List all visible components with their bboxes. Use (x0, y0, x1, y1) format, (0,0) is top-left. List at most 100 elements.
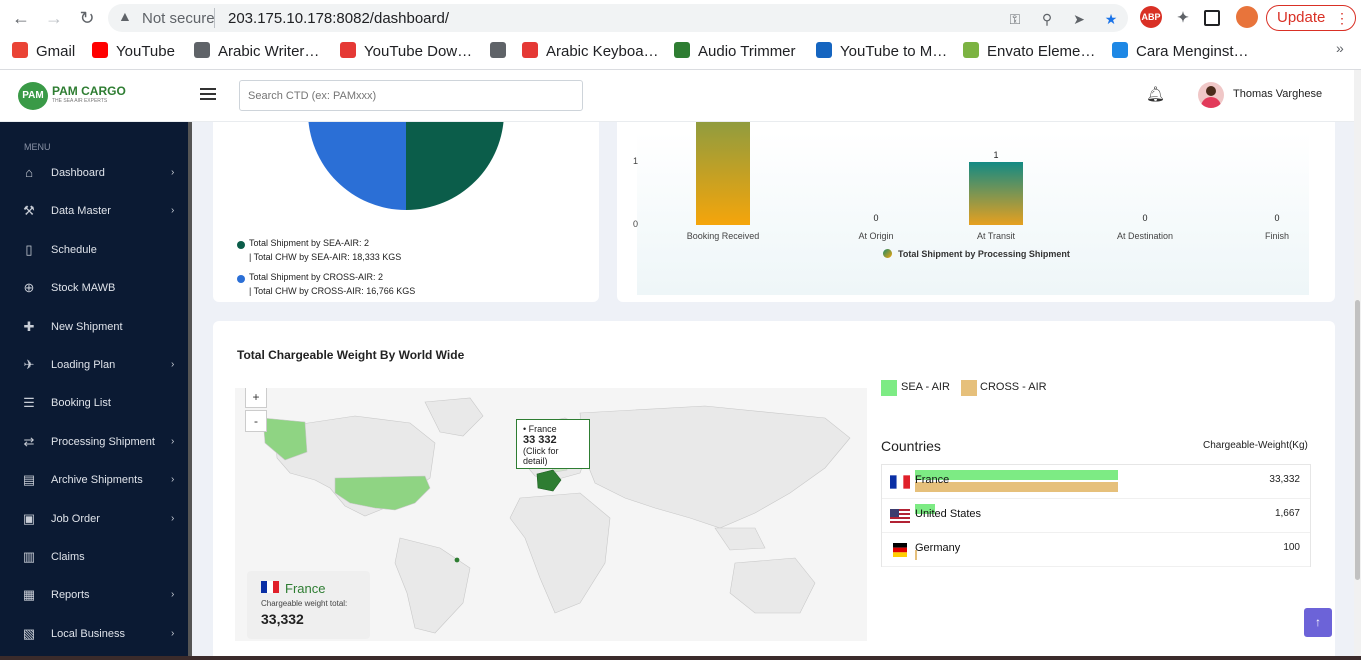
bookmark-4[interactable] (490, 42, 514, 60)
star-icon[interactable]: ★ (1102, 10, 1120, 28)
bookmark-8[interactable]: Envato Eleme… (963, 42, 1095, 60)
sidebar-item-job-order[interactable]: ▣ Job Order › (0, 501, 192, 539)
user-name[interactable]: Thomas Varghese (1233, 88, 1322, 100)
pie-legend-cross: Total Shipment by CROSS-AIR: 2 | Total C… (237, 270, 416, 298)
legend-label-cross-air[interactable]: CROSS - AIR (980, 381, 1047, 393)
gmail-icon (12, 42, 28, 58)
x-tick-label: At Origin (858, 231, 894, 241)
bookmark-label: YouTube Dow… (364, 43, 473, 60)
menu-toggle-icon[interactable] (200, 88, 216, 100)
menu-header: MENU (24, 142, 51, 152)
table-row[interactable]: France 33,332 (882, 465, 1310, 499)
bookmark-3[interactable]: YouTube Dow… (340, 42, 472, 60)
book-icon: ▯ (25, 241, 33, 257)
url-text[interactable]: 203.175.10.178:8082/dashboard/ (228, 10, 449, 27)
sidebar-item-label: Reports (51, 589, 90, 602)
sidepanel-icon[interactable] (1204, 10, 1220, 26)
bell-icon[interactable]: 🔔︎ (1146, 85, 1165, 103)
sidebar-item-claims[interactable]: ▥ Claims (0, 539, 192, 577)
scrollbar-thumb[interactable] (1355, 300, 1360, 580)
zoom-in-button[interactable]: + (245, 388, 267, 408)
bar-booking-received[interactable] (696, 122, 750, 225)
zoom-icon[interactable]: ⚲ (1038, 10, 1056, 28)
profile-icon[interactable] (1236, 6, 1258, 28)
legend-dot (883, 249, 892, 258)
pie-slice-sea-air[interactable] (406, 122, 504, 210)
page-scrollbar[interactable] (1354, 70, 1361, 656)
bar-at-transit[interactable] (969, 162, 1023, 225)
sidebar-item-archive-shipments[interactable]: ▤ Archive Shipments › (0, 462, 192, 500)
sidebar-item-local-business[interactable]: ▧ Local Business › (0, 616, 192, 654)
sidebar-item-processing-shipment[interactable]: ⇄ Processing Shipment › (0, 424, 192, 462)
logo-text: PAM CARGO (52, 84, 126, 98)
bookmark-9[interactable]: Cara Menginst… (1112, 42, 1249, 60)
map-title: Total Chargeable Weight By World Wide (237, 348, 465, 362)
more-bookmarks-icon[interactable]: » (1336, 40, 1344, 56)
logo[interactable]: PAM PAM CARGO THE SEA AIR EXPERTS (18, 80, 138, 112)
sidebar-item-label: Claims (51, 551, 85, 563)
weight-header: Chargeable-Weight(Kg) (1203, 440, 1308, 451)
guadeloupe-marker[interactable] (454, 557, 460, 563)
sidebar-item-label: Dashboard (51, 167, 105, 179)
legend-line: Total Shipment by CROSS-AIR: 2 (249, 272, 384, 282)
legend-swatch-cross-air[interactable] (961, 380, 977, 396)
cloud-download-icon (816, 42, 832, 58)
world-map-card: Total Chargeable Weight By World Wide + … (213, 321, 1335, 656)
extensions-icon[interactable]: ✦ (1172, 6, 1194, 28)
data-label: 0 (1142, 213, 1148, 223)
sidebar-item-label: Schedule (51, 243, 97, 256)
sidebar-item-dashboard[interactable]: ⌂ Dashboard › (0, 155, 192, 193)
x-tick-label: Finish (1264, 231, 1289, 241)
reload-icon[interactable]: ↻ (75, 6, 99, 30)
sidebar-item-stock-mawb[interactable]: ⊕ Stock MAWB (0, 270, 192, 308)
tools-icon: ⚒ (23, 203, 35, 219)
pie-chart-card: Total Shipment by SEA-AIR: 2 | Total CHW… (213, 122, 599, 302)
bar-chart: 0 1 Booking Received 0 At Origin 1 At Transit 0… (633, 122, 1309, 295)
alaska-region[interactable] (262, 417, 308, 461)
bookmark-label: Arabic Writer… (218, 43, 320, 60)
globe-icon (194, 42, 210, 58)
briefcase-icon: ▣ (22, 510, 36, 526)
legend-label-sea-air[interactable]: SEA - AIR (901, 381, 950, 393)
bookmark-0[interactable]: Gmail (12, 42, 75, 60)
pie-slice-cross-air[interactable] (308, 122, 406, 210)
key-icon[interactable]: ⚿ (1006, 10, 1024, 28)
world-map[interactable]: + - • France 33 332 (Click for detail) F… (235, 388, 867, 641)
africa-land (509, 492, 611, 614)
bookmark-7[interactable]: YouTube to M… (816, 42, 947, 60)
chevron-right-icon: › (171, 627, 175, 639)
forward-icon[interactable]: → (42, 6, 66, 30)
sidebar-item-schedule[interactable]: ▯ Schedule (0, 232, 192, 270)
search-input[interactable] (239, 80, 583, 111)
table-row[interactable]: Germany 100 (882, 533, 1310, 567)
avatar[interactable] (1198, 82, 1224, 108)
bookmark-1[interactable]: YouTube (92, 42, 175, 60)
update-button[interactable]: Update ⋮ (1266, 5, 1356, 31)
y-tick-label: 0 (633, 219, 639, 229)
sidebar-item-booking-list[interactable]: ☰ Booking List (0, 385, 192, 423)
scroll-top-button[interactable]: ↑ (1304, 608, 1332, 637)
back-icon[interactable]: ← (9, 6, 33, 30)
share-icon[interactable]: ➤ (1070, 10, 1088, 28)
sidebar-item-data-master[interactable]: ⚒ Data Master › (0, 193, 192, 231)
list-icon: ☰ (23, 395, 35, 411)
sidebar-item-new-shipment[interactable]: ✚ New Shipment (0, 309, 192, 347)
map-tooltip: • France 33 332 (Click for detail) (516, 419, 590, 469)
bookmark-6[interactable]: Audio Trimmer (674, 42, 796, 60)
greenland-land (424, 397, 484, 437)
legend-line: | Total CHW by CROSS-AIR: 16,766 KGS (249, 286, 416, 296)
countries-table: France 33,332 United States 1,667 German… (881, 464, 1311, 567)
bookmark-5[interactable]: Arabic Keyboa… (522, 42, 659, 60)
zoom-out-button[interactable]: - (245, 410, 267, 432)
chevron-right-icon: › (171, 435, 175, 447)
warning-icon: ▲ (118, 8, 132, 24)
table-row[interactable]: United States 1,667 (882, 499, 1310, 533)
address-bar[interactable]: ▲ Not secure 203.175.10.178:8082/dashboa… (108, 4, 1128, 32)
bar-legend[interactable]: Total Shipment by Processing Shipment (883, 249, 1070, 259)
sidebar-item-reports[interactable]: ▦ Reports › (0, 577, 192, 615)
bookmark-2[interactable]: Arabic Writer… (194, 42, 319, 60)
sidebar-item-loading-plan[interactable]: ✈ Loading Plan › (0, 347, 192, 385)
sidebar-item-label: New Shipment (51, 320, 123, 333)
legend-swatch-sea-air[interactable] (881, 380, 897, 396)
adblock-icon[interactable]: ABP (1140, 6, 1162, 28)
